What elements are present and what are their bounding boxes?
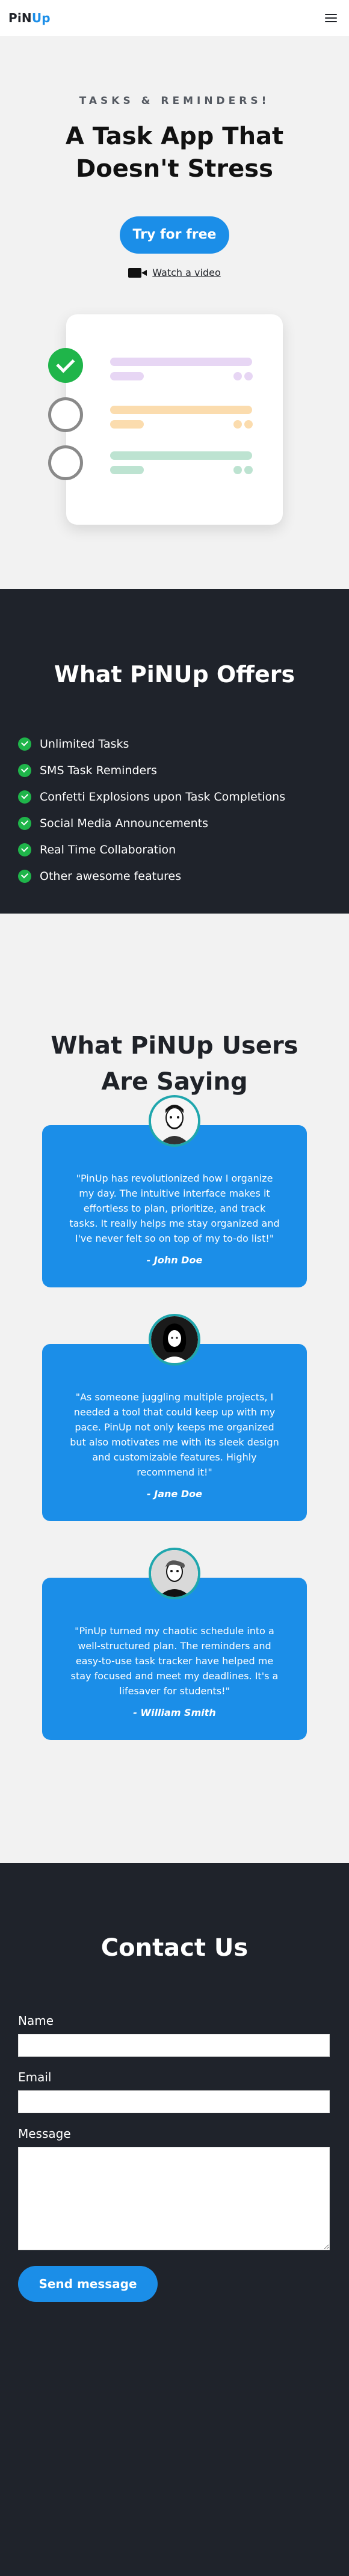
unchecked-circle-icon (48, 397, 83, 432)
testimonial-quote: "As someone juggling multiple projects, … (70, 1391, 279, 1478)
brand-logo[interactable]: PiNUp (8, 11, 51, 25)
avatar (149, 1314, 200, 1366)
check-icon (18, 737, 31, 751)
task-card (66, 314, 283, 525)
testimonial-body: "PinUp has revolutionized how I organize… (42, 1125, 307, 1287)
checked-circle-icon (48, 348, 83, 383)
testimonial-quote: "PinUp has revolutionized how I organize… (69, 1173, 280, 1244)
check-icon (18, 790, 31, 804)
feature-label: Unlimited Tasks (40, 737, 129, 751)
navbar: PiNUp (0, 0, 349, 36)
try-for-free-button[interactable]: Try for free (120, 216, 229, 254)
testimonial-author: - John Doe (146, 1254, 203, 1266)
name-label: Name (18, 2013, 54, 2028)
name-field[interactable] (18, 2034, 330, 2057)
hamburger-icon[interactable] (325, 14, 337, 22)
contact-form: Name Email Message Send message (0, 1962, 349, 2302)
check-icon (18, 870, 31, 883)
feature-label: Other awesome features (40, 870, 182, 883)
check-icon (18, 843, 31, 856)
testimonials-title: What PiNUp Users Are Saying (51, 1032, 298, 1096)
offers-section: What PiNUp Offers Unlimited Tasks SMS Ta… (0, 589, 349, 914)
feature-item: Social Media Announcements (18, 810, 349, 837)
avatar (149, 1095, 200, 1147)
avatar (149, 1548, 200, 1599)
watch-video-link[interactable]: Watch a video (152, 267, 221, 278)
email-field[interactable] (18, 2090, 330, 2113)
testimonial-author: - William Smith (133, 1707, 216, 1718)
message-field[interactable] (18, 2147, 330, 2250)
testimonial-card: "PinUp turned my chaotic schedule into a… (42, 1548, 307, 1740)
check-icon (18, 764, 31, 777)
check-icon (18, 817, 31, 830)
testimonial-body: "PinUp turned my chaotic schedule into a… (42, 1578, 307, 1740)
testimonial-body: "As someone juggling multiple projects, … (42, 1344, 307, 1521)
feature-item: SMS Task Reminders (18, 757, 349, 784)
feature-item: Other awesome features (18, 863, 349, 890)
feature-item: Real Time Collaboration (18, 837, 349, 863)
contact-title: Contact Us (100, 1934, 249, 1962)
testimonial-card: "As someone juggling multiple projects, … (42, 1314, 307, 1521)
hero-section: TASKS & REMINDERS! A Task App That Doesn… (0, 36, 349, 589)
testimonial-quote: "PinUp turned my chaotic schedule into a… (70, 1625, 279, 1697)
contact-section: Contact Us Name Email Message Send messa… (0, 1863, 349, 2576)
feature-label: Confetti Explosions upon Task Completion… (40, 790, 286, 804)
send-message-button[interactable]: Send message (18, 2266, 158, 2302)
brand-pin: PiN (8, 11, 32, 25)
task-illustration (0, 314, 349, 543)
brand-up: Up (31, 11, 51, 25)
message-label: Message (18, 2126, 71, 2141)
testimonial-author: - Jane Doe (147, 1488, 202, 1500)
video-camera-icon (128, 267, 147, 278)
email-label: Email (18, 2070, 52, 2084)
hero-eyebrow: TASKS & REMINDERS! (79, 95, 270, 107)
testimonial-card: "PinUp has revolutionized how I organize… (42, 1095, 307, 1287)
unchecked-circle-icon (48, 445, 83, 480)
feature-label: SMS Task Reminders (40, 764, 157, 777)
watch-video: Watch a video (0, 267, 349, 278)
offers-title: What PiNUp Offers (54, 661, 295, 688)
feature-item: Unlimited Tasks (18, 731, 349, 757)
testimonials-section: What PiNUp Users Are Saying "PinUp has r… (0, 914, 349, 1863)
hero-title: A Task App That Doesn't Stress (65, 123, 284, 183)
feature-label: Real Time Collaboration (40, 843, 176, 856)
feature-item: Confetti Explosions upon Task Completion… (18, 784, 349, 810)
feature-list: Unlimited Tasks SMS Task Reminders Confe… (18, 731, 349, 890)
feature-label: Social Media Announcements (40, 817, 208, 830)
